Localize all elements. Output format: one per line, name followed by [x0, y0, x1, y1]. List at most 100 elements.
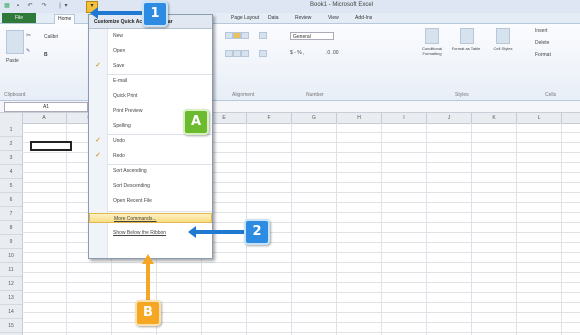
- menu-item-label: New: [113, 33, 124, 39]
- tab-review[interactable]: Review: [292, 14, 314, 23]
- callout-2-arrowhead: [188, 226, 196, 238]
- cut-icon[interactable]: ✂: [26, 32, 31, 39]
- conditional-formatting-icon[interactable]: [425, 28, 439, 44]
- styles-group-label: Styles: [455, 92, 469, 98]
- active-cell-a1[interactable]: [30, 141, 72, 151]
- menu-item-label: More Commands...: [114, 216, 157, 222]
- column-header[interactable]: I: [382, 113, 427, 123]
- row-header[interactable]: 2: [0, 137, 22, 151]
- number-group-label: Number: [306, 92, 324, 98]
- column-header[interactable]: H: [337, 113, 382, 123]
- merge-center-icon[interactable]: [259, 50, 267, 57]
- row-header[interactable]: 3: [0, 151, 22, 165]
- row-header[interactable]: 14: [0, 305, 22, 319]
- row-header[interactable]: 5: [0, 179, 22, 193]
- align-middle-icon[interactable]: [233, 32, 241, 39]
- window-title: Book1 - Microsoft Excel: [310, 2, 374, 8]
- menu-item[interactable]: ✓ Undo: [89, 136, 212, 146]
- row-header[interactable]: 4: [0, 165, 22, 179]
- column-header[interactable]: A: [22, 113, 67, 123]
- align-left-icon[interactable]: [225, 50, 233, 57]
- checkmark-icon: ✓: [95, 137, 101, 144]
- paste-button[interactable]: [6, 30, 24, 54]
- undo-icon[interactable]: ↶: [26, 2, 34, 10]
- row-header[interactable]: 13: [0, 291, 22, 305]
- column-header[interactable]: K: [472, 113, 517, 123]
- qat-more-icon[interactable]: ▾: [62, 2, 70, 10]
- tab-data[interactable]: Data: [265, 14, 282, 23]
- decimal-icon[interactable]: .0 .00: [326, 50, 339, 56]
- callout-2: 2: [244, 219, 270, 245]
- bold-icon[interactable]: B: [44, 52, 48, 58]
- redo-icon[interactable]: ↷: [40, 2, 48, 10]
- wrap-text-icon[interactable]: [259, 32, 267, 39]
- menu-item-label: Redo: [113, 153, 125, 159]
- menu-item[interactable]: Open Recent File: [89, 196, 212, 206]
- format-cells-button[interactable]: Format: [535, 52, 551, 58]
- tab-addins[interactable]: Add-Ins: [352, 14, 375, 23]
- row-header[interactable]: 1: [0, 123, 22, 137]
- tab-view[interactable]: View: [325, 14, 342, 23]
- save-icon[interactable]: ▪: [14, 2, 22, 10]
- format-as-table-icon[interactable]: [460, 28, 474, 44]
- font-name-label: Calibri: [44, 34, 59, 40]
- callout-1: 1: [142, 1, 168, 27]
- menu-item[interactable]: New: [89, 31, 212, 41]
- column-header[interactable]: M: [562, 113, 580, 123]
- row-header[interactable]: 7: [0, 207, 22, 221]
- menu-item[interactable]: More Commands...: [89, 213, 212, 223]
- align-right-icon[interactable]: [241, 50, 249, 57]
- callout-a: A: [183, 109, 209, 135]
- align-bottom-icon[interactable]: [241, 32, 249, 39]
- row-header[interactable]: 9: [0, 235, 22, 249]
- column-header[interactable]: G: [292, 113, 337, 123]
- number-format-dropdown[interactable]: General: [290, 32, 334, 40]
- format-as-table-label[interactable]: Format as Table: [450, 46, 482, 51]
- menu-separator: [107, 74, 212, 75]
- menu-item-label: E-mail: [113, 78, 128, 84]
- menu-item[interactable]: E-mail: [89, 76, 212, 86]
- select-all-corner[interactable]: [0, 113, 23, 123]
- menu-item[interactable]: Open: [89, 46, 212, 56]
- row-headers: 1 2 3 4 5 6 7 8 9 10 11 12 13 14 15: [0, 123, 23, 335]
- currency-icon[interactable]: $ - % ,: [290, 50, 304, 56]
- formula-bar: A1: [0, 101, 580, 113]
- insert-cells-button[interactable]: Insert: [535, 28, 548, 34]
- tab-page-layout[interactable]: Page Layout: [228, 14, 262, 23]
- delete-cells-button[interactable]: Delete: [535, 40, 549, 46]
- align-center-icon[interactable]: [233, 50, 241, 57]
- menu-item[interactable]: Sort Descending: [89, 181, 212, 191]
- callout-b-arrow: [146, 262, 150, 300]
- conditional-formatting-label[interactable]: Conditional Formatting: [412, 46, 452, 56]
- callout-1-arrowhead: [90, 7, 98, 19]
- menu-item-label: Quick Print: [113, 93, 138, 99]
- menu-item[interactable]: ✓ Save: [89, 61, 212, 71]
- menu-item[interactable]: ✓ Redo: [89, 151, 212, 161]
- menu-item-label: Save: [113, 63, 125, 69]
- tab-file[interactable]: File: [2, 13, 36, 23]
- alignment-group-label: Alignment: [232, 92, 255, 98]
- align-top-icon[interactable]: [225, 32, 233, 39]
- row-header[interactable]: 11: [0, 263, 22, 277]
- row-header[interactable]: 15: [0, 319, 22, 333]
- ribbon: Paste ✂ ✎ Calibri B Clipboard Alignment …: [0, 24, 580, 101]
- column-header[interactable]: L: [517, 113, 562, 123]
- menu-item-label: Sort Descending: [113, 183, 150, 189]
- column-header[interactable]: J: [427, 113, 472, 123]
- row-header[interactable]: 6: [0, 193, 22, 207]
- title-bar: ▦ ▪ ↶ ↷ | ▾ ▾ Book1 - Microsoft Excel: [0, 0, 580, 13]
- cell-styles-label[interactable]: Cell Styles: [490, 46, 516, 51]
- tab-home[interactable]: Home: [54, 14, 76, 24]
- row-header[interactable]: 10: [0, 249, 22, 263]
- ribbon-tabs: File Home Page Layout Data Review View A…: [0, 13, 580, 24]
- menu-item-label: Open: [113, 48, 126, 54]
- menu-item[interactable]: Sort Ascending: [89, 166, 212, 176]
- menu-item[interactable]: Quick Print: [89, 91, 212, 101]
- checkmark-icon: ✓: [95, 62, 101, 69]
- name-box[interactable]: A1: [4, 102, 88, 112]
- row-header[interactable]: 8: [0, 221, 22, 235]
- column-header[interactable]: F: [247, 113, 292, 123]
- cell-styles-icon[interactable]: [496, 28, 510, 44]
- row-header[interactable]: 12: [0, 277, 22, 291]
- format-painter-icon[interactable]: ✎: [26, 48, 30, 54]
